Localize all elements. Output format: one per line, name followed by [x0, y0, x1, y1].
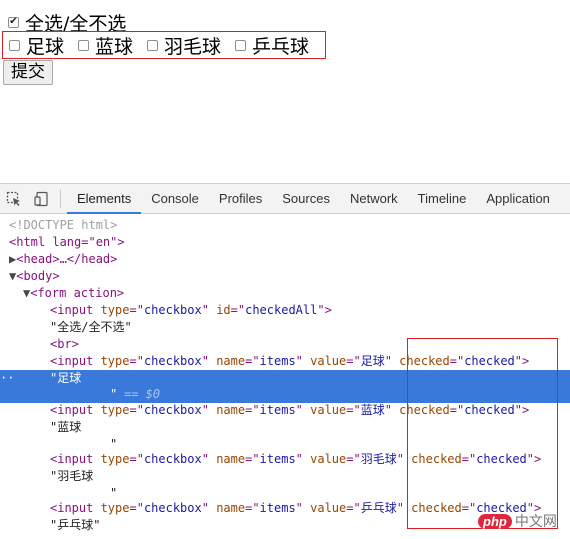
item-basketball: 蓝球	[78, 32, 133, 59]
item-label-football: 足球	[26, 35, 65, 58]
tab-network[interactable]: Network	[340, 184, 408, 214]
tab-application[interactable]: Application	[476, 184, 560, 214]
watermark-brand: php	[478, 513, 512, 529]
submit-button[interactable]: 提交	[3, 60, 53, 85]
check-icon: ✔	[9, 16, 18, 27]
dom-line-doctype[interactable]: <!DOCTYPE html>	[9, 217, 570, 234]
check-all-checkbox[interactable]: ✔	[8, 17, 19, 28]
item-checkbox-badminton[interactable]	[147, 39, 159, 51]
dom-line-text-checkall[interactable]: "全选/全不选"	[50, 319, 570, 336]
item-label-pingpong: 乒乓球	[252, 35, 310, 58]
checked-attribute-highlight	[407, 338, 558, 529]
watermark-suffix: 中文网	[514, 513, 557, 529]
item-label-badminton: 羽毛球	[164, 35, 222, 58]
dom-line-input-checkedall[interactable]: <input type="checkbox" id="checkedAll">	[50, 302, 570, 319]
dom-line-head[interactable]: ▶<head>…</head>	[9, 251, 570, 268]
inspect-element-icon[interactable]	[0, 184, 28, 214]
item-checkbox-basketball[interactable]	[78, 39, 90, 51]
item-badminton: 羽毛球	[147, 32, 221, 59]
dom-line-form[interactable]: ▼<form action>	[23, 285, 570, 302]
item-label-basketball: 蓝球	[95, 35, 134, 58]
item-pingpong: 乒乓球	[235, 32, 309, 59]
tab-sources[interactable]: Sources	[272, 184, 340, 214]
devtools-toolbar: Elements Console Profiles Sources Networ…	[0, 184, 570, 214]
item-football: 足球	[9, 32, 64, 59]
item-checkbox-pingpong[interactable]	[235, 39, 247, 51]
item-checkbox-football[interactable]	[9, 39, 20, 51]
tab-profiles[interactable]: Profiles	[209, 184, 272, 214]
tab-elements[interactable]: Elements	[67, 184, 142, 214]
tab-timeline[interactable]: Timeline	[408, 184, 477, 214]
device-mode-icon[interactable]	[28, 184, 56, 214]
toolbar-divider	[60, 189, 61, 208]
page-preview: ✔ 全选/全不选 足球 蓝球 羽毛球 乒乓球 提交	[0, 0, 570, 183]
php-watermark: php 中文网	[478, 507, 570, 535]
dom-line-html[interactable]: <html lang="en">	[9, 234, 570, 251]
dom-line-body[interactable]: ▼<body>	[9, 268, 570, 285]
tab-console[interactable]: Console	[141, 184, 209, 214]
items-group: 足球 蓝球 羽毛球 乒乓球	[2, 31, 326, 59]
